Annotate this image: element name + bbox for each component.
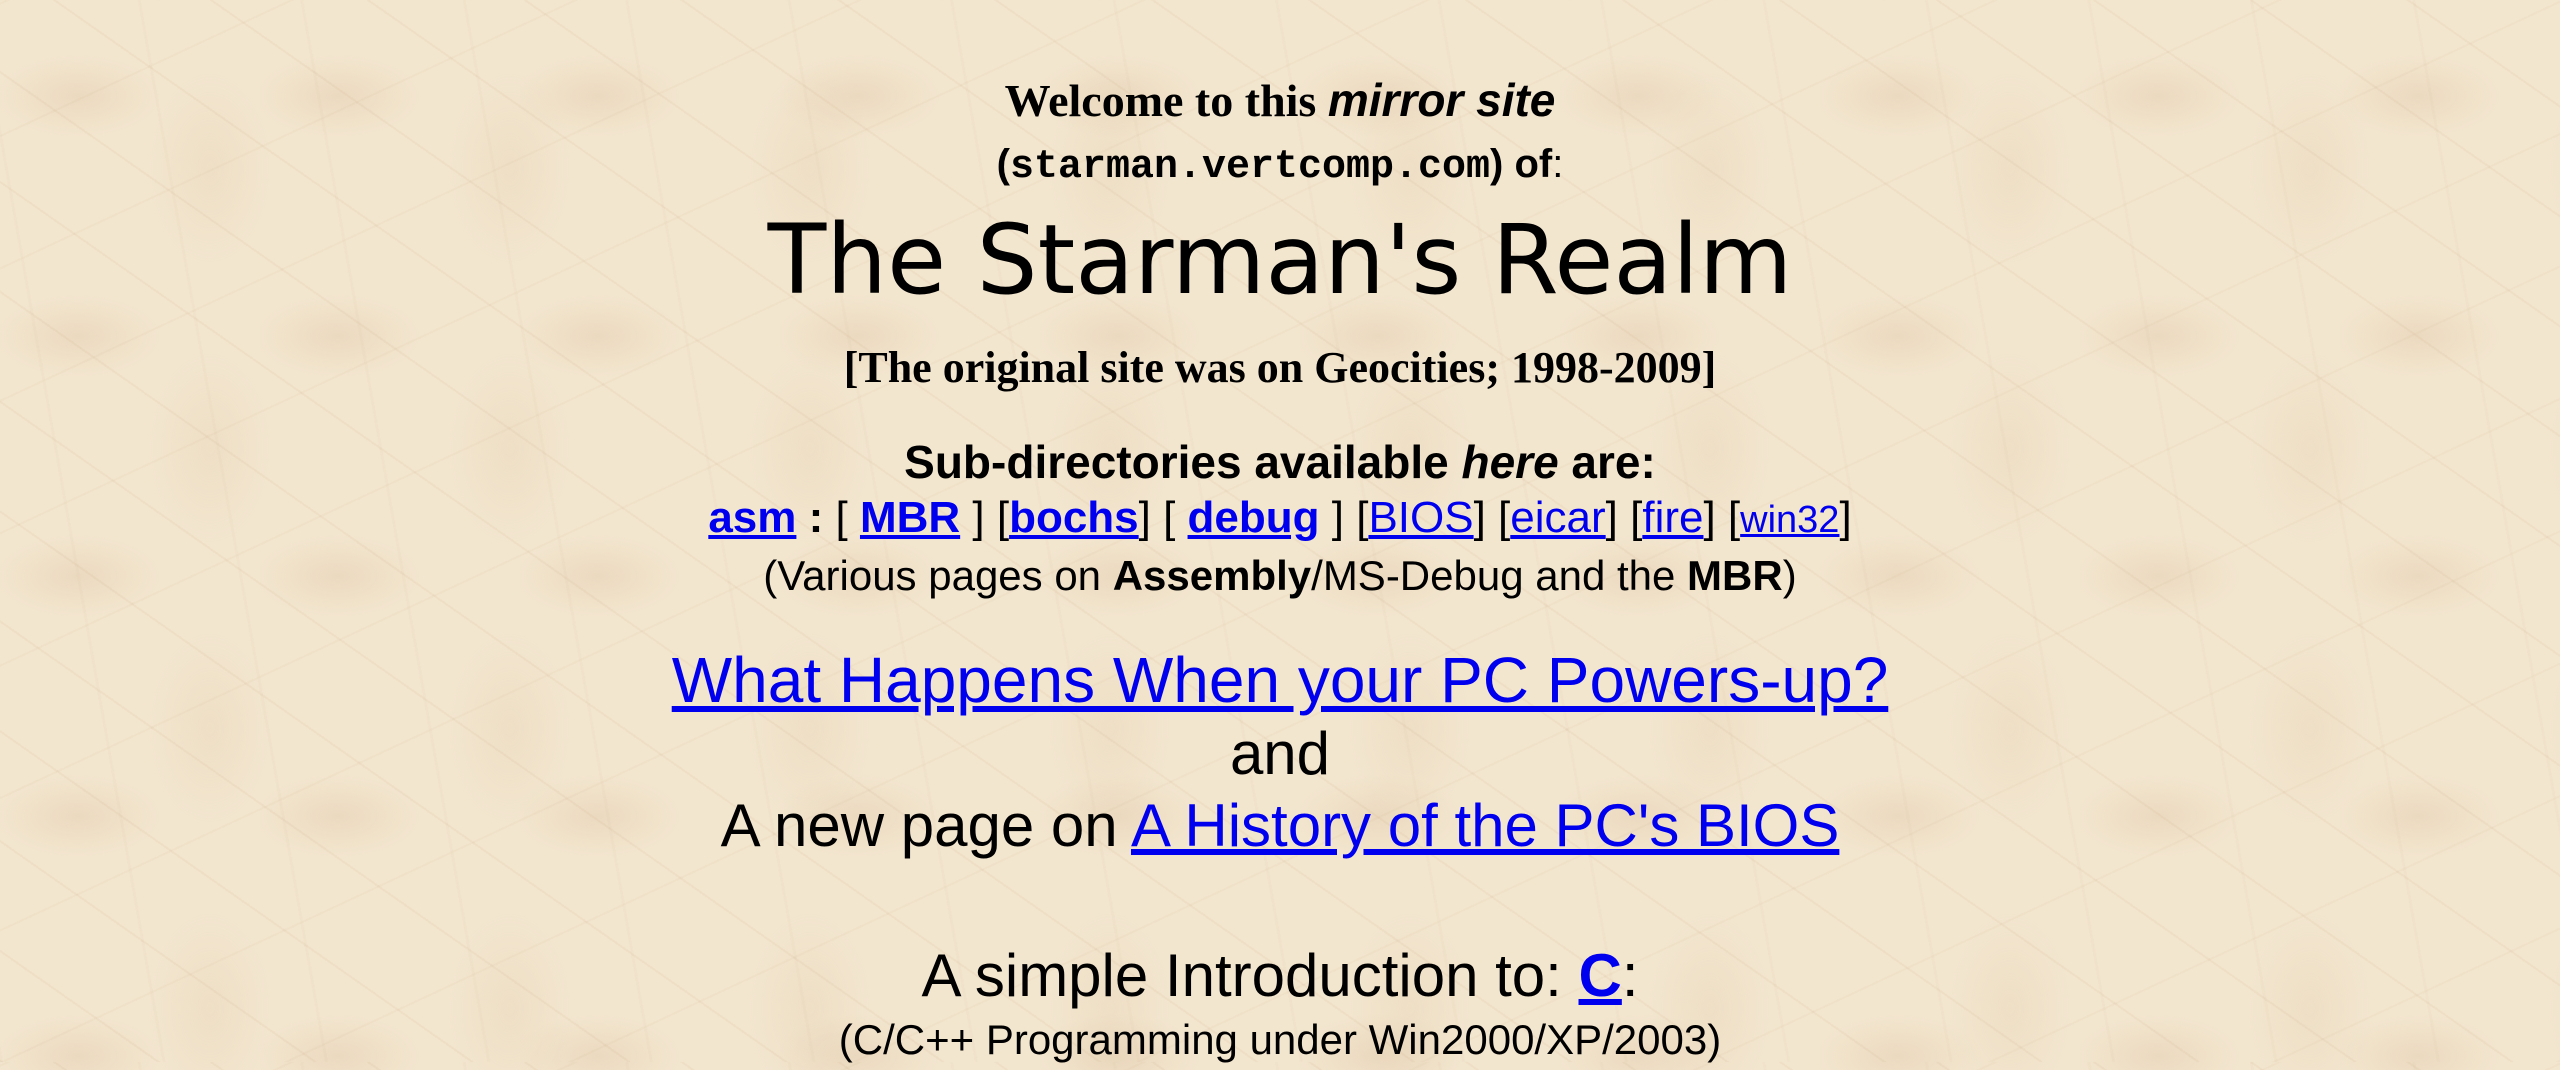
site-colon: :	[1552, 142, 1564, 186]
c-intro-suffix: :	[1621, 942, 1639, 1009]
link-asm[interactable]: asm	[708, 493, 796, 542]
subdirs-description: (Various pages on Assembly/MS-Debug and …	[0, 546, 2560, 606]
page-title: The Starman's Realm	[767, 204, 1793, 316]
link-win32[interactable]: win32	[1740, 499, 1839, 541]
powerup-link[interactable]: What Happens When your PC Powers-up?	[672, 644, 1889, 716]
desc-mbr: MBR	[1687, 552, 1783, 599]
separator: :	[796, 493, 836, 542]
desc-assembly: Assembly	[1112, 552, 1312, 599]
link-bochs[interactable]: bochs	[1009, 493, 1139, 542]
link-eicar[interactable]: eicar	[1510, 493, 1605, 542]
welcome-prefix: Welcome to this	[1004, 75, 1328, 126]
powerup-line: What Happens When your PC Powers-up?	[0, 642, 2560, 718]
c-description: (C/C++ Programming under Win2000/XP/2003…	[838, 1016, 1722, 1063]
bios-history-link[interactable]: A History of the PC's BIOS	[1131, 792, 1839, 859]
welcome-heading: Welcome to this mirror site	[0, 72, 2560, 129]
bios-history-prefix: A new page on	[720, 792, 1131, 859]
and-text: and	[1229, 720, 1331, 787]
subdirs-heading-em: here	[1461, 436, 1559, 488]
site-domain: starman.vertcomp.com	[1009, 145, 1491, 190]
subdirs-links: asm : [ MBR ] [bochs] [ debug ] [BIOS] […	[708, 493, 1852, 542]
subdirs-heading-suffix: are:	[1558, 436, 1656, 488]
site-domain-line: (starman.vertcomp.com) of:	[0, 136, 2560, 196]
c-intro-prefix: A simple Introduction to:	[921, 942, 1579, 1009]
open-paren: (	[996, 142, 1010, 186]
c-link[interactable]: C	[1579, 942, 1622, 1009]
subdirs-heading: Sub-directories available here are:	[0, 432, 2560, 492]
desc-open: (Various pages on	[763, 552, 1113, 599]
link-mbr[interactable]: MBR	[860, 493, 960, 542]
link-debug[interactable]: debug	[1188, 493, 1320, 542]
close-paren: )	[1490, 142, 1504, 186]
desc-mid: /MS-Debug and the	[1311, 552, 1688, 599]
site-of: of	[1503, 142, 1553, 186]
link-bios[interactable]: BIOS	[1368, 493, 1473, 542]
welcome-emphasis: mirror site	[1327, 74, 1556, 126]
desc-close: )	[1782, 552, 1797, 599]
bios-history-line: A new page on A History of the PC's BIOS	[0, 788, 2560, 864]
original-site-note: [The original site was on Geocities; 199…	[843, 343, 1717, 392]
subdirs-heading-prefix: Sub-directories available	[904, 436, 1462, 488]
link-fire[interactable]: fire	[1642, 493, 1703, 542]
c-intro-line: A simple Introduction to: C:	[0, 938, 2560, 1014]
